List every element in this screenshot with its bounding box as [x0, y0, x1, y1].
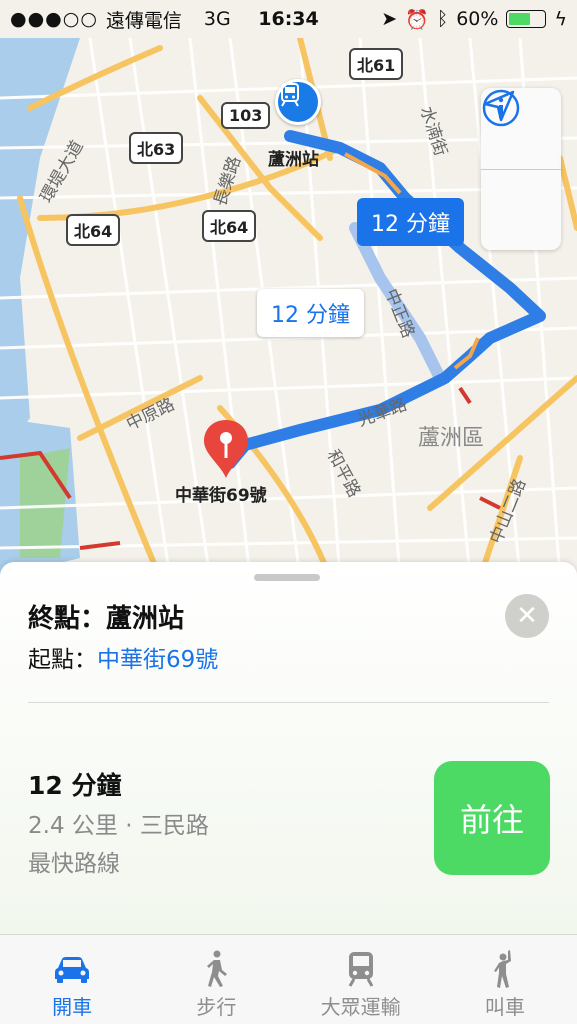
route-card: 終點：蘆洲站 起點：中華街69號 ✕ 12 分鐘 2.4 公里 · 三民路 最快…: [0, 562, 577, 934]
origin-address-link[interactable]: 中華街69號: [97, 647, 218, 673]
location-arrow-icon: ➤: [381, 8, 398, 30]
go-button[interactable]: 前往: [434, 761, 550, 875]
origin-prefix: 起點：: [28, 647, 97, 673]
tab-label: 開車: [52, 995, 93, 1019]
charging-icon: ϟ: [554, 8, 567, 30]
route-note: 最快路線: [28, 851, 120, 877]
battery-icon: [506, 10, 547, 28]
origin-line: 起點：中華街69號: [28, 640, 218, 674]
tab-ride[interactable]: 叫車: [433, 935, 577, 1024]
bluetooth-icon: ᛒ: [436, 8, 449, 30]
tab-transit[interactable]: 大眾運輸: [289, 935, 433, 1024]
signal-icon: ●●●○○: [10, 8, 98, 30]
locate-button[interactable]: [481, 90, 561, 251]
ride-icon: [493, 950, 511, 988]
route-time: 12 分鐘: [28, 771, 122, 800]
train-icon: [281, 83, 299, 107]
destination-title: 終點：蘆洲站: [28, 604, 185, 634]
tab-label: 叫車: [484, 995, 525, 1019]
station-marker[interactable]: [275, 79, 321, 125]
road-shield: 北64: [202, 210, 257, 242]
location-arrow-icon: [483, 90, 515, 122]
road-shield: 北63: [129, 132, 184, 164]
carrier-label: 遠傳電信: [105, 9, 182, 32]
tab-label: 步行: [196, 995, 237, 1019]
car-icon: [55, 957, 90, 983]
road-shield: 北64: [66, 214, 121, 246]
battery-fill: [509, 13, 530, 25]
transport-tab-bar: 開車 步行 大眾運輸 叫車: [0, 934, 577, 1024]
close-button[interactable]: ✕: [505, 594, 549, 638]
route-detail: 2.4 公里 · 三民路: [28, 813, 209, 839]
map-view[interactable]: 北61 103 北63 北64 北64 環堤大道 長樂路 水湳街 中正路 中原路…: [0, 38, 577, 578]
transit-icon: [348, 952, 373, 987]
network-label: 3G: [203, 8, 231, 30]
route-time-bubble[interactable]: 12 分鐘: [357, 198, 464, 246]
station-label: 蘆洲站: [268, 150, 319, 170]
status-bar: ●●●○○ 遠傳電信 3G 16:34 ➤ ⏰ ᛒ 60% ϟ: [0, 0, 577, 38]
map-controls: [481, 88, 561, 250]
battery-percent: 60%: [456, 8, 499, 30]
road-shield: 103: [221, 102, 271, 129]
pin-label: 中華街69號: [175, 486, 267, 506]
road-shield: 北61: [349, 48, 404, 80]
alt-route-time-bubble[interactable]: 12 分鐘: [257, 289, 364, 337]
tab-walk[interactable]: 步行: [144, 935, 288, 1024]
alarm-icon: ⏰: [405, 8, 429, 31]
card-divider: [28, 702, 549, 703]
tab-drive[interactable]: 開車: [0, 935, 144, 1024]
close-icon: ✕: [516, 601, 538, 631]
location-pin-icon[interactable]: [200, 416, 252, 486]
walk-icon: [207, 950, 228, 987]
tab-label: 大眾運輸: [320, 995, 401, 1019]
drag-handle[interactable]: [254, 574, 320, 581]
district-label: 蘆洲區: [418, 426, 485, 451]
